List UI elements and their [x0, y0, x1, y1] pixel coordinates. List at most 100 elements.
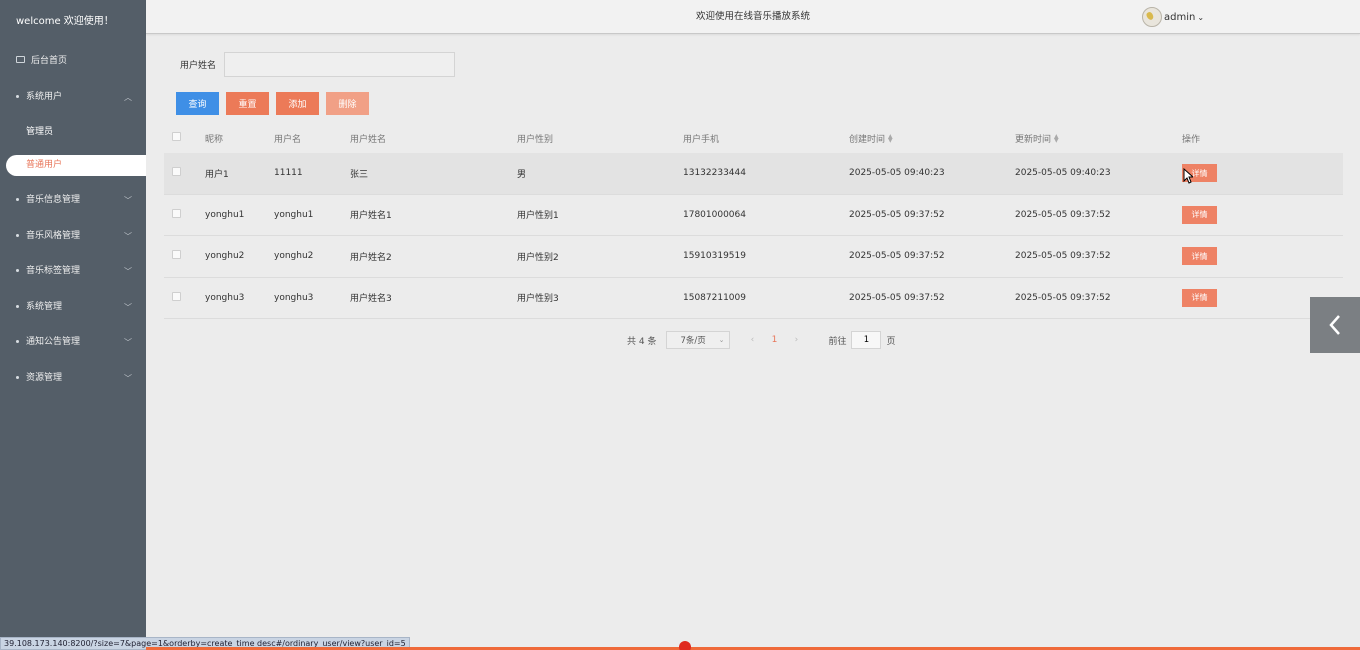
- user-menu[interactable]: admin ⌄: [1142, 7, 1204, 27]
- sidebar-item-resource[interactable]: 资源管理 ﹀: [0, 361, 146, 397]
- row-select-cell: [164, 167, 205, 179]
- bullet-icon: [16, 94, 19, 98]
- table-row[interactable]: yonghu3 yonghu3 用户姓名3 用户性别3 15087211009 …: [164, 278, 1343, 319]
- row-select-cell: [164, 291, 205, 304]
- chevron-down-icon: ﹀: [124, 231, 132, 241]
- cell-actions: 详情: [1182, 205, 1262, 224]
- goto-page-input[interactable]: [851, 331, 882, 349]
- chevron-down-icon: ﹀: [124, 338, 132, 347]
- detail-button[interactable]: 详情: [1182, 205, 1217, 224]
- sort-icon[interactable]: ▲ ▼: [888, 134, 893, 144]
- row-checkbox[interactable]: [172, 250, 181, 260]
- add-button[interactable]: 添加: [276, 92, 319, 115]
- column-header-sortable[interactable]: 创建时间 ▲ ▼: [849, 132, 1015, 145]
- prev-page-icon[interactable]: ‹: [740, 335, 764, 345]
- sidebar-item-music-tag[interactable]: 音乐标签管理 ﹀: [0, 254, 146, 290]
- cell-gender: 男: [517, 169, 527, 180]
- bullet-icon: [16, 340, 19, 343]
- search-row: 用户姓名: [180, 52, 455, 77]
- query-button[interactable]: 查询: [176, 92, 219, 115]
- page-size-select[interactable]: 7条/页 ⌄: [666, 331, 731, 349]
- reset-button[interactable]: 重置: [226, 92, 269, 115]
- pagination: 共 4 条 7条/页 ⌄ ‹ 1 › 前往 页: [627, 331, 895, 349]
- sidebar-item-label: 后台首页: [31, 56, 68, 66]
- column-header: 昵称: [205, 134, 224, 145]
- page-number-current[interactable]: 1: [764, 335, 784, 345]
- row-checkbox[interactable]: [172, 291, 181, 301]
- column-header: 用户名: [274, 134, 302, 145]
- cell-nickname: yonghu1: [205, 209, 245, 220]
- sidebar-item-label: 通知公告管理: [26, 337, 81, 347]
- sidebar-item-label: 系统管理: [26, 301, 63, 312]
- top-bar: 欢迎使用在线音乐播放系统 admin ⌄: [146, 0, 1360, 34]
- column-header: 操作: [1182, 134, 1201, 145]
- detail-button[interactable]: 详情: [1182, 247, 1217, 266]
- sidebar-item-system-users[interactable]: 系统用户 ︿: [0, 80, 146, 116]
- table-header: 昵称 用户名 用户姓名 用户性别 用户手机 创建时间 ▲ ▼ 更新时间 ▲ ▼ 操作: [164, 123, 1343, 153]
- record-indicator: [679, 641, 691, 650]
- cell-created: 2025-05-05 09:37:52: [849, 209, 945, 220]
- sidebar-item-label: 系统用户: [26, 91, 63, 102]
- cell-gender: 用户性别2: [517, 252, 559, 263]
- chevron-down-icon[interactable]: ⌄: [1197, 13, 1204, 22]
- detail-button[interactable]: 详情: [1182, 288, 1217, 307]
- cell-updated: 2025-05-05 09:37:52: [1015, 292, 1111, 303]
- cell-realname: 用户姓名2: [350, 252, 392, 263]
- cell-gender: 用户性别3: [517, 294, 559, 305]
- mouse-cursor-icon: [1183, 168, 1193, 184]
- cell-actions: 详情: [1182, 247, 1262, 266]
- cell-realname: 用户姓名3: [350, 294, 392, 305]
- table-row[interactable]: yonghu1 yonghu1 用户姓名1 用户性别1 17801000064 …: [164, 195, 1343, 236]
- sidebar: welcome 欢迎使用！ 后台首页 系统用户 ︿ 管理员 普通用户 音乐信息管…: [0, 0, 146, 650]
- sidebar-item-home[interactable]: 后台首页: [0, 44, 146, 80]
- row-checkbox[interactable]: [172, 208, 181, 218]
- page-suffix: 页: [886, 336, 896, 347]
- cell-updated: 2025-05-05 09:37:52: [1015, 209, 1111, 220]
- column-header-sortable[interactable]: 更新时间 ▲ ▼: [1015, 132, 1182, 145]
- sort-icon[interactable]: ▲ ▼: [1054, 134, 1059, 144]
- column-header: 用户手机: [683, 134, 720, 145]
- bullet-icon: [16, 198, 19, 201]
- chevron-down-icon: ﹀: [124, 302, 132, 312]
- chevron-down-icon: ⌄: [718, 336, 725, 344]
- page-size-value: 7条/页: [680, 336, 706, 346]
- cell-realname: 张三: [350, 169, 369, 180]
- chevron-down-icon: ﹀: [124, 373, 132, 383]
- action-buttons: 查询 重置 添加 删除: [176, 92, 376, 115]
- username[interactable]: admin: [1164, 12, 1195, 23]
- bullet-icon: [16, 233, 19, 237]
- side-panel-toggle[interactable]: [1310, 297, 1360, 353]
- cell-username: yonghu1: [274, 209, 314, 220]
- sidebar-item-music-style[interactable]: 音乐风格管理 ﹀: [0, 219, 146, 255]
- search-input[interactable]: [224, 52, 455, 77]
- column-header: 用户性别: [517, 134, 554, 145]
- sidebar-subitem-ordinary-user[interactable]: 普通用户: [6, 155, 146, 176]
- table-row[interactable]: yonghu2 yonghu2 用户姓名2 用户性别2 15910319519 …: [164, 236, 1343, 278]
- table-row[interactable]: 用户1 11111 张三 男 13132233444 2025-05-05 09…: [164, 153, 1343, 195]
- bullet-icon: [16, 375, 19, 379]
- delete-button[interactable]: 删除: [326, 92, 369, 115]
- sidebar-item-label: 音乐标签管理: [26, 266, 81, 276]
- row-select-cell: [164, 250, 205, 262]
- cell-gender: 用户性别1: [517, 211, 559, 222]
- next-page-icon[interactable]: ›: [784, 335, 808, 345]
- sidebar-item-system-mgmt[interactable]: 系统管理 ﹀: [0, 290, 146, 326]
- cell-nickname: 用户1: [205, 169, 229, 180]
- column-header-label: 更新时间: [1015, 134, 1052, 145]
- sidebar-subitem-admin[interactable]: 管理员: [0, 115, 146, 149]
- sidebar-item-label: 音乐信息管理: [26, 195, 81, 205]
- goto-label: 前往: [828, 336, 847, 347]
- chevron-left-icon: [1329, 315, 1340, 335]
- cell-created: 2025-05-05 09:37:52: [849, 251, 945, 262]
- avatar[interactable]: [1142, 7, 1162, 27]
- sidebar-item-music-info[interactable]: 音乐信息管理 ﹀: [0, 183, 146, 219]
- search-label: 用户姓名: [180, 61, 217, 71]
- chevron-down-icon: ﹀: [124, 196, 132, 205]
- pagination-total: 共 4 条: [627, 336, 657, 347]
- select-all-cell: [164, 132, 205, 144]
- sidebar-item-notice[interactable]: 通知公告管理 ﹀: [0, 325, 146, 361]
- row-checkbox[interactable]: [172, 167, 181, 177]
- select-all-checkbox[interactable]: [172, 132, 181, 141]
- column-header: 用户姓名: [350, 134, 387, 145]
- bullet-icon: [16, 304, 19, 308]
